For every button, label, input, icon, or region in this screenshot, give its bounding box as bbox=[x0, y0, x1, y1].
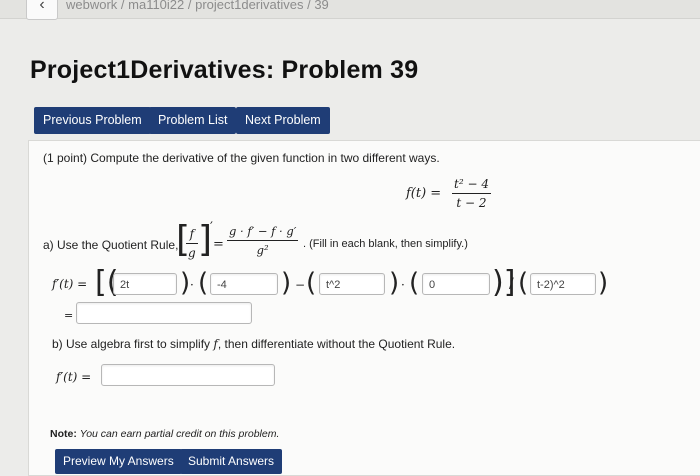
next-problem-button[interactable]: Next Problem bbox=[236, 107, 330, 134]
fprime-label-a: f′(t) = bbox=[52, 277, 88, 291]
minus-operator: − bbox=[295, 278, 306, 292]
rule-equals: = bbox=[213, 237, 224, 252]
problem-list-button[interactable]: Problem List bbox=[149, 107, 237, 134]
close-paren-1: ) bbox=[180, 268, 191, 298]
problem-intro: (1 point) Compute the derivative of the … bbox=[43, 151, 440, 165]
simplified-answer-field[interactable] bbox=[76, 302, 252, 324]
part-a-hint: . (Fill in each blank, then simplify.) bbox=[303, 238, 468, 250]
fraction-bar bbox=[227, 240, 299, 241]
rule-lhs-fraction: f g bbox=[186, 227, 198, 260]
answer-blank-4[interactable]: 0 bbox=[422, 273, 490, 295]
dot-operator-2: · bbox=[401, 278, 405, 292]
rule-rhs-numerator: g · f′ − f · g′ bbox=[229, 224, 297, 238]
fraction-bar bbox=[186, 243, 198, 244]
open-paren-3: ( bbox=[306, 268, 317, 298]
function-denominator: t − 2 bbox=[456, 196, 487, 210]
rule-lhs-denominator: g bbox=[188, 246, 196, 260]
rule-prime: ′ bbox=[210, 220, 213, 235]
part-b-answer-field[interactable] bbox=[101, 364, 275, 386]
slash-operator: / bbox=[509, 276, 514, 292]
page-title: Project1Derivatives: Problem 39 bbox=[30, 56, 419, 84]
note-label: Note: bbox=[50, 428, 77, 440]
breadcrumb-bar: ‹ webwork / ma110i22 / project1derivativ… bbox=[0, 0, 700, 20]
submit-answers-button[interactable]: Submit Answers bbox=[180, 449, 283, 474]
open-paren-2: ( bbox=[198, 268, 209, 298]
close-paren-5: ) bbox=[598, 268, 609, 298]
close-paren-3: ) bbox=[389, 268, 400, 298]
breadcrumb[interactable]: webwork / ma110i22 / project1derivatives… bbox=[66, 0, 329, 12]
note-text: You can earn partial credit on this prob… bbox=[79, 428, 280, 440]
answer-blank-1[interactable]: 2t bbox=[113, 273, 177, 295]
function-fraction: t² − 4 t − 2 bbox=[452, 177, 491, 210]
rule-lhs-numerator: f bbox=[189, 227, 195, 241]
rule-rhs-fraction: g · f′ − f · g′ g² bbox=[227, 224, 299, 257]
function-lhs: f(t) = bbox=[406, 186, 442, 201]
rule-rhs-denominator: g² bbox=[256, 243, 269, 257]
answer-blank-5[interactable]: t-2)^2 bbox=[530, 273, 596, 295]
previous-problem-button[interactable]: Previous Problem bbox=[34, 107, 151, 134]
back-arrow-icon[interactable]: ‹ bbox=[26, 0, 58, 20]
part-b-label: b) Use algebra first to simplify f, then… bbox=[52, 337, 455, 351]
close-paren-2: ) bbox=[281, 268, 292, 298]
partial-credit-note: Note: You can earn partial credit on thi… bbox=[50, 428, 279, 440]
answer-blank-3[interactable]: t^2 bbox=[319, 273, 385, 295]
function-numerator: t² − 4 bbox=[454, 177, 489, 191]
part-b-label-post: , then differentiate without the Quotien… bbox=[217, 337, 456, 351]
answer-blank-2[interactable]: -4 bbox=[210, 273, 278, 295]
open-paren-4: ( bbox=[409, 268, 420, 298]
preview-answers-button[interactable]: Preview My Answers bbox=[55, 449, 182, 474]
part-b-label-pre: b) Use algebra first to simplify bbox=[52, 337, 214, 351]
open-paren-5: ( bbox=[518, 268, 529, 298]
fraction-bar bbox=[452, 193, 491, 194]
part-a-label: a) Use the Quotient Rule, bbox=[43, 238, 179, 252]
equals-sign: = bbox=[64, 309, 74, 322]
fprime-label-b: f′(t) = bbox=[56, 370, 92, 384]
dot-operator-1: · bbox=[190, 278, 194, 292]
